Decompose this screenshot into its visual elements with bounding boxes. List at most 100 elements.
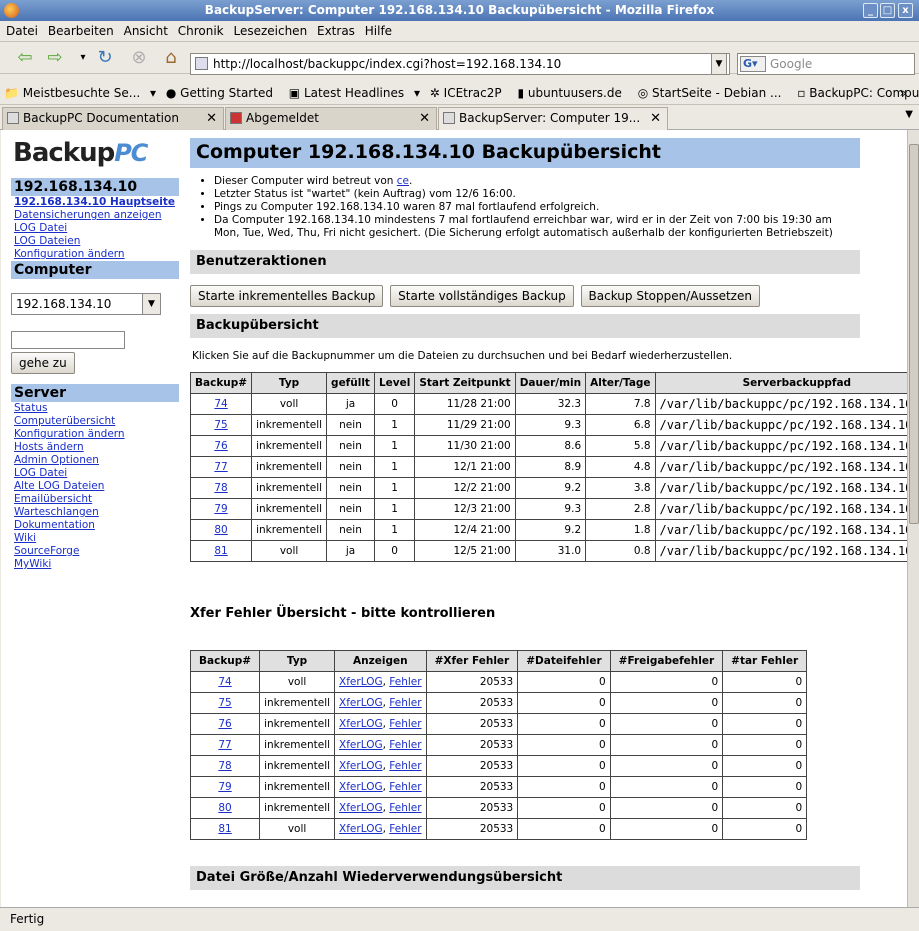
url-dropdown-icon[interactable]: ▼ [711,53,727,75]
error-log-link[interactable]: Fehler [389,781,421,793]
backup-number-link[interactable]: 75 [214,419,227,431]
search-engine-icon[interactable]: G▾ [740,56,766,72]
scrollbar-thumb[interactable] [909,144,919,524]
backup-number-link[interactable]: 80 [214,524,227,536]
link-admin-optionen[interactable]: Admin Optionen [11,454,179,467]
stop-backup-button[interactable]: Backup Stoppen/Aussetzen [580,285,760,307]
host-input[interactable] [11,331,125,349]
forward-icon[interactable]: ⇨ [44,48,66,70]
menu-chronik[interactable]: Chronik [178,24,224,38]
tab-list-icon[interactable]: ▼ [905,109,913,120]
bookmark-icetrac[interactable]: ✲ ICEtrac2P [430,86,508,100]
backuppc-logo[interactable]: BackupPC [13,138,179,170]
maximize-icon[interactable]: □ [880,3,895,18]
back-icon[interactable]: ⇦ [14,48,36,70]
link-konfiguration-aendern[interactable]: Konfiguration ändern [11,428,179,441]
backup-number-link[interactable]: 76 [218,718,231,730]
backup-number-link[interactable]: 78 [214,482,227,494]
error-log-link[interactable]: Fehler [389,676,421,688]
link-dokumentation[interactable]: Dokumentation [11,519,179,532]
close-icon[interactable]: x [898,3,913,18]
bookmark-ubuntuusers[interactable]: ▮ ubuntuusers.de [517,86,627,100]
backup-number-link[interactable]: 74 [218,676,231,688]
table-cell: 32.3 [514,393,587,415]
start-incremental-backup-button[interactable]: Starte inkrementelles Backup [190,285,384,307]
link-wiki[interactable]: Wiki [11,532,179,545]
link-sourceforge[interactable]: SourceForge [11,545,179,558]
goto-button[interactable]: gehe zu [11,352,75,374]
vertical-scrollbar[interactable] [907,130,919,907]
link-computeruebersicht[interactable]: Computerübersicht [11,415,179,428]
error-log-link[interactable]: Fehler [389,718,421,730]
bookmark-meistbesuchte[interactable]: 📁 Meistbesuchte Se... ▾ [4,86,156,100]
menu-lesezeichen[interactable]: Lesezeichen [233,24,307,38]
menu-hilfe[interactable]: Hilfe [365,24,392,38]
backup-number-link[interactable]: 78 [218,760,231,772]
link-log-datei[interactable]: LOG Datei [11,222,179,235]
bookmarks-overflow-icon[interactable]: » [900,82,907,104]
error-log-link[interactable]: Fehler [389,802,421,814]
start-full-backup-button[interactable]: Starte vollständiges Backup [390,285,574,307]
xferlog-link[interactable]: XferLOG [339,760,383,772]
link-alte-log-dateien[interactable]: Alte LOG Dateien [11,480,179,493]
backup-number-link[interactable]: 77 [218,739,231,751]
error-log-link[interactable]: Fehler [389,697,421,709]
info-item: Pings zu Computer 192.168.134.10 waren 8… [214,201,860,214]
xferlog-link[interactable]: XferLOG [339,676,383,688]
backup-number-link[interactable]: 80 [218,802,231,814]
link-datensicherungen[interactable]: Datensicherungen anzeigen [11,209,179,222]
xferlog-link[interactable]: XferLOG [339,781,383,793]
backup-number-link[interactable]: 74 [214,398,227,410]
stop-icon[interactable]: ⊗ [128,48,150,70]
error-log-link[interactable]: Fehler [389,760,421,772]
link-emailuebersicht[interactable]: Emailübersicht [11,493,179,506]
error-log-link[interactable]: Fehler [389,739,421,751]
link-server-log-datei[interactable]: LOG Datei [11,467,179,480]
backup-number-link[interactable]: 75 [218,697,231,709]
tab-backuppc-documentation[interactable]: BackupPC Documentation ✕ [2,107,224,130]
tab-abgemeldet[interactable]: Abgemeldet ✕ [225,107,437,130]
xferlog-link[interactable]: XferLOG [339,739,383,751]
menu-datei[interactable]: Datei [6,24,38,38]
history-dropdown-icon[interactable]: ▾ [72,48,94,70]
tab-backupserver[interactable]: BackupServer: Computer 19... ✕ [438,107,668,131]
link-hosts-aendern[interactable]: Hosts ändern [11,441,179,454]
table-cell: XferLOG, Fehler [334,776,427,798]
link-log-dateien[interactable]: LOG Dateien [11,235,179,248]
xferlog-link[interactable]: XferLOG [339,718,383,730]
xferlog-link[interactable]: XferLOG [339,823,383,835]
user-actions-heading: Benutzeraktionen [190,250,860,274]
link-warteschlangen[interactable]: Warteschlangen [11,506,179,519]
backup-number-link[interactable]: 76 [214,440,227,452]
xferlog-link[interactable]: XferLOG [339,802,383,814]
admin-link[interactable]: ce [397,175,409,187]
tab-close-icon[interactable]: ✕ [650,108,661,129]
table-cell: 75 [189,692,261,714]
link-mywiki[interactable]: MyWiki [11,558,179,571]
link-hauptseite[interactable]: 192.168.134.10 Hauptseite [11,196,179,209]
backup-number-link[interactable]: 81 [214,545,227,557]
backup-number-link[interactable]: 79 [218,781,231,793]
tab-page-icon [7,112,19,124]
menu-bearbeiten[interactable]: Bearbeiten [48,24,114,38]
link-status[interactable]: Status [11,402,179,415]
menu-ansicht[interactable]: Ansicht [124,24,168,38]
link-konfiguration[interactable]: Konfiguration ändern [11,248,179,261]
bookmark-latest-headlines[interactable]: ▣ Latest Headlines ▾ [289,86,420,100]
home-icon[interactable]: ⌂ [160,48,182,70]
backup-number-link[interactable]: 77 [214,461,227,473]
tab-close-icon[interactable]: ✕ [419,108,430,129]
error-log-link[interactable]: Fehler [389,823,421,835]
xferlog-link[interactable]: XferLOG [339,697,383,709]
bookmark-getting-started[interactable]: ● Getting Started [166,86,279,100]
reload-icon[interactable]: ↻ [94,48,116,70]
search-field[interactable]: G▾ Google [737,53,915,75]
minimize-icon[interactable]: _ [863,3,878,18]
url-field[interactable]: http://localhost/backuppc/index.cgi?host… [190,53,730,75]
backup-number-link[interactable]: 81 [218,823,231,835]
host-select[interactable]: 192.168.134.10 ▼ [11,293,161,315]
bookmark-debian[interactable]: ◎ StartSeite - Debian ... [638,86,788,100]
menu-extras[interactable]: Extras [317,24,355,38]
backup-number-link[interactable]: 79 [214,503,227,515]
tab-close-icon[interactable]: ✕ [206,108,217,129]
